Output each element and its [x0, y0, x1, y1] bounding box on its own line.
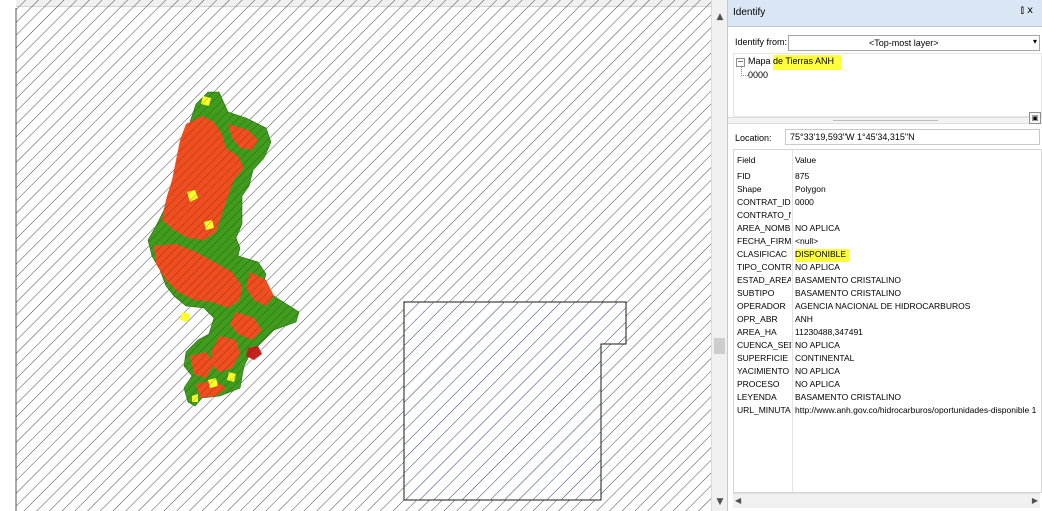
identify-window: Identify ⫾ x Identify from: <Top-most la… — [727, 0, 1042, 511]
tree-layer-prefix: Mapa — [748, 56, 774, 66]
field-value: NO APLICA — [795, 340, 840, 350]
field-name: CONTRATO_N — [737, 210, 791, 220]
field-name: CUENCA_SED — [737, 340, 791, 350]
tree-connector — [741, 67, 748, 76]
field-value: BASAMENTO CRISTALINO — [795, 275, 901, 285]
location-value: 75°33'19,593"W 1°45'34,315"N — [790, 132, 915, 142]
field-value: AGENCIA NACIONAL DE HIDROCARBUROS — [795, 301, 971, 311]
field-name: FECHA_FIRM — [737, 236, 791, 246]
field-name: AREA_NOMBR — [737, 223, 791, 233]
field-value: NO APLICA — [795, 262, 840, 272]
tree-layer-highlight: de Tierras ANH — [773, 55, 842, 70]
identify-from-dropdown[interactable]: <Top-most layer> ▾ — [788, 35, 1040, 51]
chevron-down-icon[interactable]: ▾ — [1033, 37, 1037, 46]
grid-horizontal-scrollbar[interactable]: ◀ ▶ — [733, 493, 1040, 508]
scroll-up-icon[interactable]: ▲ — [712, 9, 728, 25]
field-value: Polygon — [795, 184, 826, 194]
location-field: 75°33'19,593"W 1°45'34,315"N — [785, 129, 1040, 145]
map-vertical-scrollbar[interactable]: ▲ ▼ — [711, 0, 728, 511]
field-name: ESTAD_AREA — [737, 275, 791, 285]
field-value: NO APLICA — [795, 223, 840, 233]
field-value: <null> — [795, 236, 819, 246]
scroll-down-icon[interactable]: ▼ — [712, 494, 728, 510]
field-name: CLASIFICAC — [737, 249, 788, 259]
field-name: URL_MINUTA — [737, 405, 791, 415]
scroll-thumb[interactable] — [714, 338, 725, 354]
identify-from-label: Identify from: — [735, 37, 788, 47]
field-name: SUPERFICIE — [737, 353, 789, 363]
location-label: Location: — [735, 133, 772, 143]
header-field[interactable]: Field — [737, 155, 791, 165]
field-name: PROCESO — [737, 379, 780, 389]
tree-feature-node[interactable]: 0000 — [748, 70, 768, 80]
field-value-container: DISPONIBLE — [795, 249, 851, 262]
expand-icon[interactable]: ▣ — [1029, 112, 1041, 124]
attribute-grid[interactable]: Field Value FID 875 Shape Polygon CONTRAT_… — [733, 149, 1042, 493]
map-canvas[interactable] — [0, 0, 711, 511]
panel-splitter[interactable] — [728, 117, 1042, 124]
identify-titlebar: Identify ⫾ x — [728, 0, 1042, 27]
identify-from-value: <Top-most layer> — [869, 38, 939, 48]
pin-close-icon[interactable]: ⫾ x — [1021, 5, 1033, 16]
field-value: NO APLICA — [795, 379, 840, 389]
scroll-right-icon[interactable]: ▶ — [1032, 494, 1038, 508]
scroll-left-icon[interactable]: ◀ — [735, 494, 741, 508]
header-value[interactable]: Value — [795, 155, 816, 165]
field-name: YACIMIENTO — [737, 366, 790, 376]
field-value: BASAMENTO CRISTALINO — [795, 288, 901, 298]
results-tree[interactable]: − Mapa de Tierras ANH 0000 — [733, 53, 1042, 117]
field-name: SUBTIPO — [737, 288, 775, 298]
map-left-margin — [0, 0, 16, 511]
field-name: OPR_ABR — [737, 314, 778, 324]
field-value: http://www.anh.gov.co/hidrocarburos/opor… — [795, 405, 1037, 415]
tree-layer-node[interactable]: Mapa de Tierras ANH — [748, 55, 842, 70]
field-value-highlighted: DISPONIBLE — [795, 249, 851, 262]
column-divider[interactable] — [792, 150, 793, 492]
field-value: CONTINENTAL — [795, 353, 855, 363]
field-name: Shape — [737, 184, 762, 194]
splitter-grip[interactable] — [833, 120, 938, 121]
field-name: AREA_HA — [737, 327, 777, 337]
map-background-hatch — [0, 0, 711, 511]
identify-title: Identify — [733, 7, 766, 18]
field-value: ANH — [795, 314, 813, 324]
field-name: CONTRAT_ID — [737, 197, 791, 207]
field-value: 875 — [795, 171, 810, 181]
field-name: FID — [737, 171, 751, 181]
field-name: OPERADOR — [737, 301, 786, 311]
map-view[interactable] — [0, 0, 711, 511]
field-value: 11230488,347491 — [795, 327, 863, 337]
field-name: TIPO_CONTR — [737, 262, 791, 272]
tree-collapse-icon[interactable]: − — [736, 58, 745, 67]
field-value: BASAMENTO CRISTALINO — [795, 392, 901, 402]
field-value: NO APLICA — [795, 366, 840, 376]
field-value: 0000 — [795, 197, 814, 207]
field-name: LEYENDA — [737, 392, 777, 402]
